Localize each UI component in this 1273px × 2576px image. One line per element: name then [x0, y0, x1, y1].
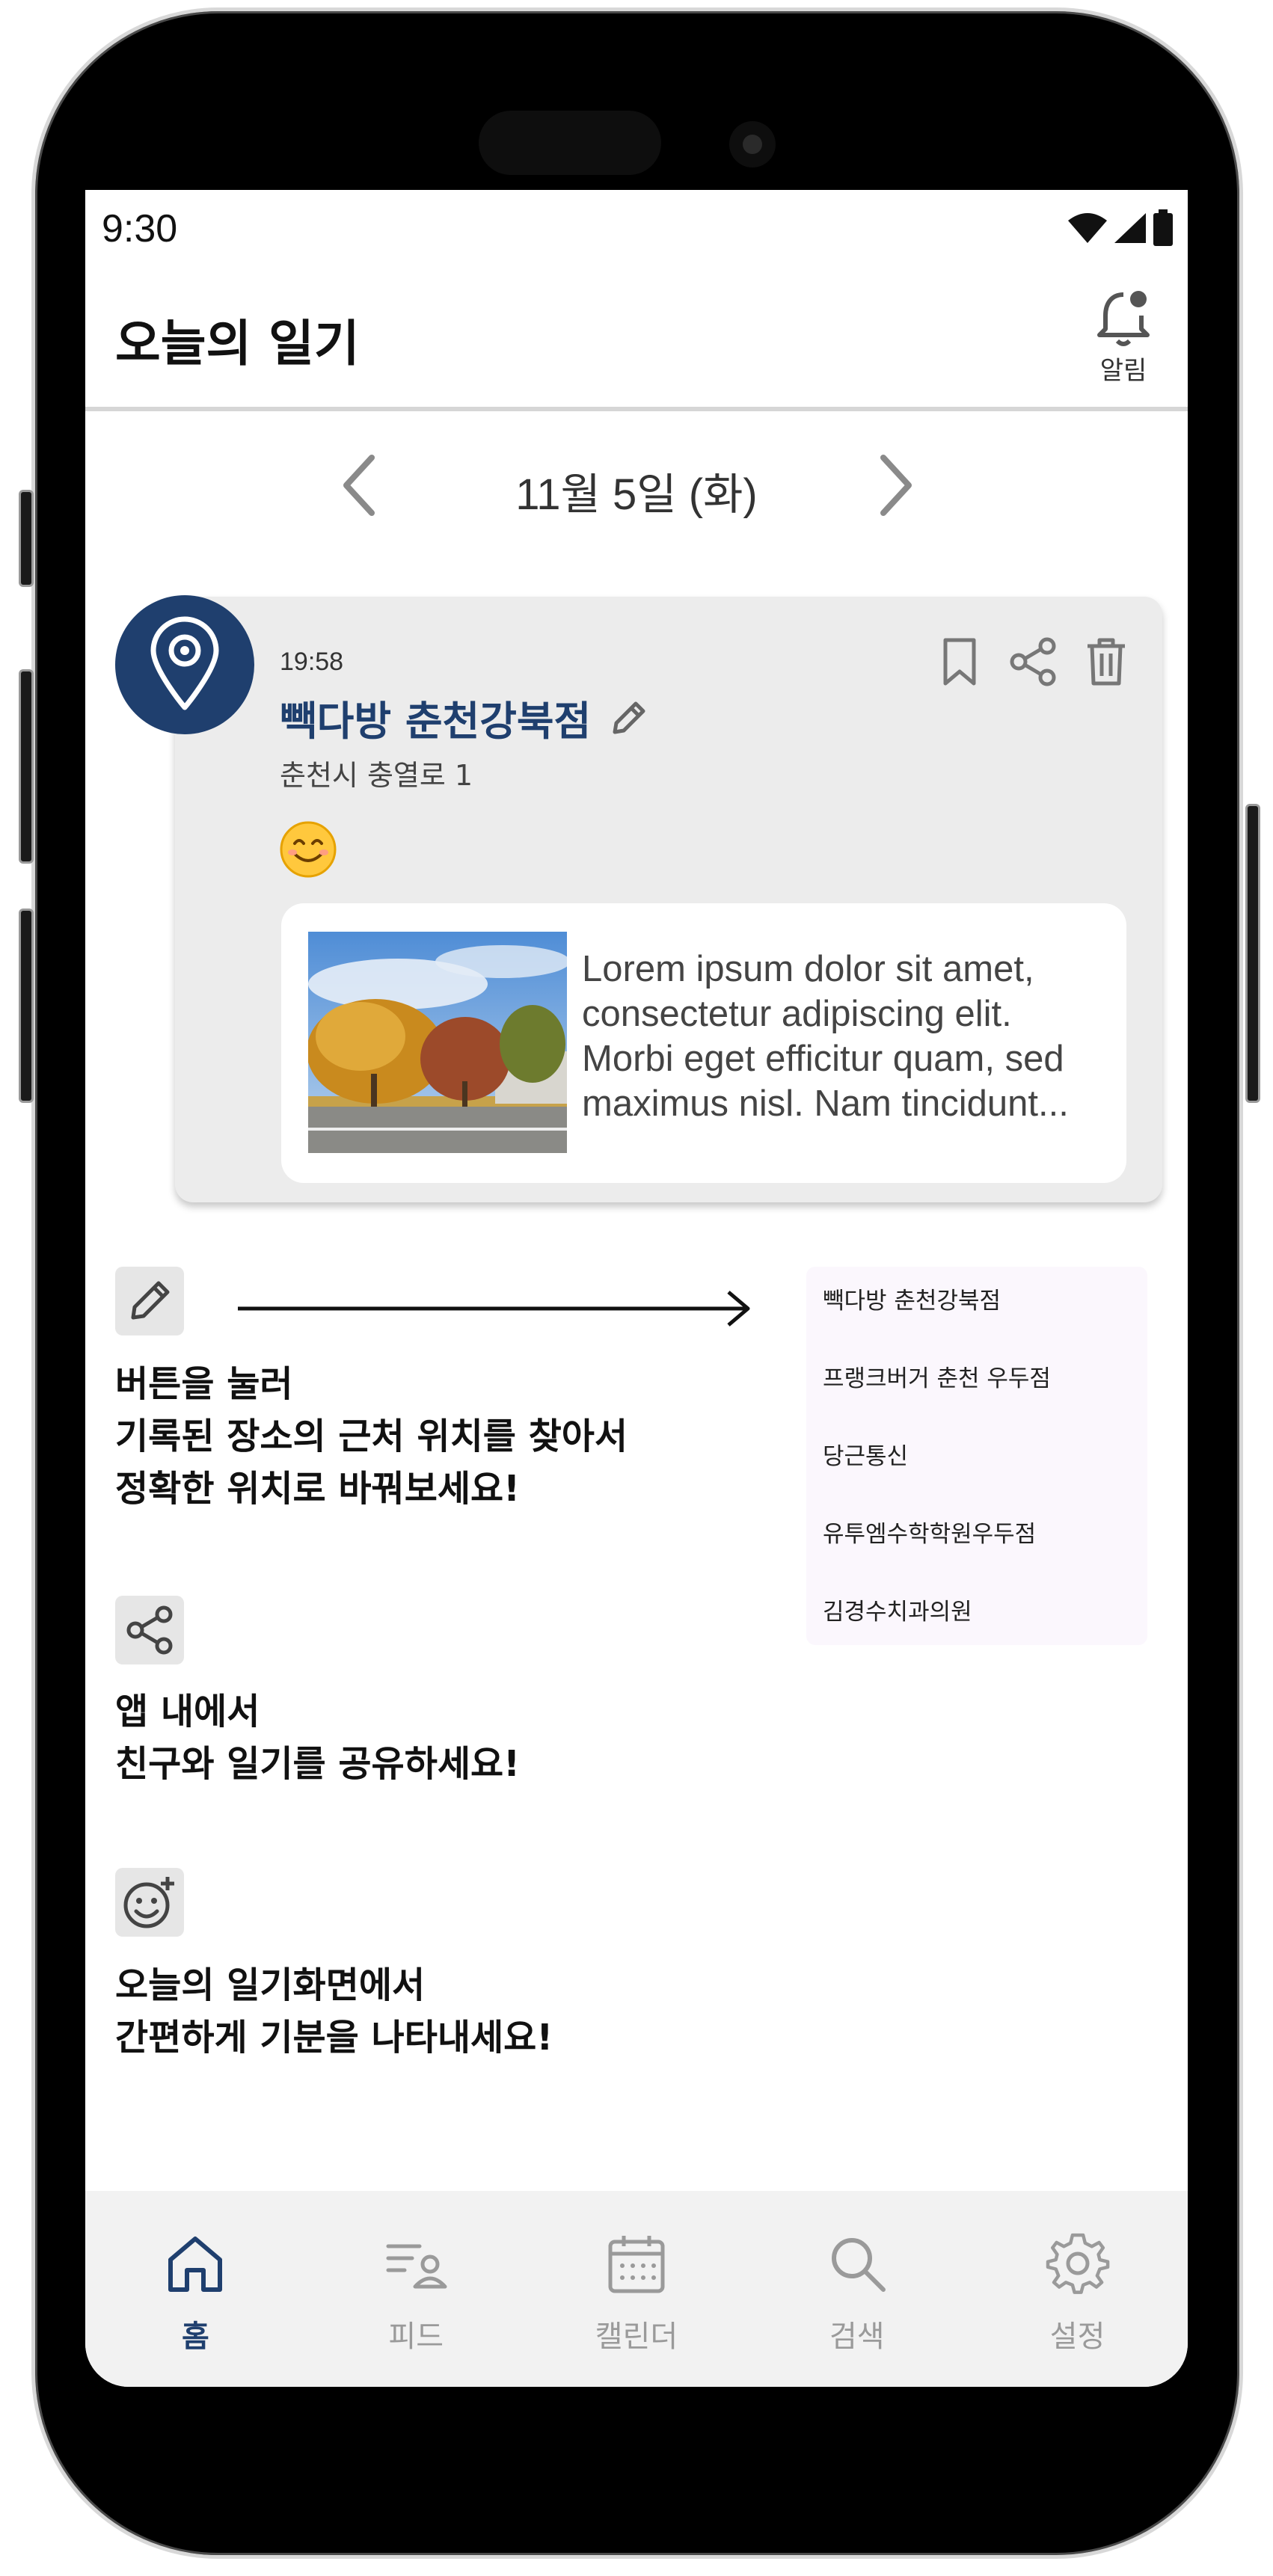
bell-icon [1097, 291, 1150, 346]
battery-icon [1153, 209, 1173, 246]
nav-label: 홈 [181, 2320, 209, 2354]
trash-icon[interactable] [1083, 636, 1129, 688]
entry-place-name: 빽다방 춘천강북점 [280, 698, 592, 745]
calendar-icon [608, 2236, 665, 2293]
place-item[interactable]: 김경수치과의원 [823, 1591, 1131, 1669]
entry-photo [308, 932, 567, 1153]
tip-line: 앱 내에서 [115, 1691, 260, 1733]
action-button [19, 490, 34, 587]
tip-line: 기록된 장소의 근처 위치를 찾아서 [115, 1415, 628, 1457]
entry-time: 19:58 [280, 648, 344, 676]
feed-icon [386, 2244, 447, 2289]
nav-home[interactable]: 홈 [85, 2191, 306, 2387]
tip-text-share: 앱 내에서 친구와 일기를 공유하세요! [115, 1685, 520, 1790]
volume-up-button [19, 669, 34, 864]
wifi-icon [1068, 213, 1107, 243]
pencil-icon [131, 1281, 170, 1320]
tip-text-location: 버튼을 눌러 기록된 장소의 근처 위치를 찾아서 정확한 위치로 바꿔보세요! [115, 1358, 628, 1515]
nav-settings[interactable]: 설정 [967, 2191, 1188, 2387]
tip-line: 친구와 일기를 공유하세요! [115, 1743, 521, 1785]
signal-icon [1114, 213, 1146, 243]
tip-share-icon-box [115, 1596, 184, 1664]
power-button [1245, 804, 1260, 1103]
nearby-place-list: 빽다방 춘천강북점 프랭크버거 춘천 우두점 당근통신 유투엠수학학원우두점 김… [806, 1267, 1147, 1645]
nav-feed[interactable]: 피드 [306, 2191, 527, 2387]
settings-icon [1046, 2233, 1109, 2294]
location-badge [115, 595, 254, 734]
pencil-icon[interactable] [609, 698, 649, 738]
tip-line: 정확한 위치로 바꿔보세요! [115, 1468, 521, 1510]
entry-excerpt: Lorem ipsum dolor sit amet, consectetur … [582, 949, 1069, 1124]
entry-address: 춘천시 충열로 1 [280, 759, 473, 792]
chevron-right-icon[interactable] [874, 452, 919, 519]
nav-label: 검색 [829, 2320, 885, 2354]
app-screen: 9:30 오늘의 일기 알림 11월 5일 (화) 19:58 빽다방 춘천강북… [85, 190, 1188, 2387]
place-item[interactable]: 당근통신 [823, 1436, 1131, 1513]
status-time: 9:30 [102, 207, 178, 250]
share-icon[interactable] [1007, 636, 1059, 688]
status-icons [1067, 209, 1174, 247]
tip-line: 버튼을 눌러 [115, 1363, 293, 1405]
tip-pencil-icon-box [115, 1267, 184, 1335]
entry-preview[interactable]: Lorem ipsum dolor sit amet, consectetur … [281, 903, 1126, 1183]
home-icon [168, 2237, 223, 2292]
nav-label: 피드 [388, 2320, 444, 2354]
entry-actions [936, 636, 1129, 688]
share-icon [126, 1605, 173, 1655]
nav-calendar[interactable]: 캘린더 [527, 2191, 747, 2387]
tip-line: 간편하게 기분을 나타내세요! [115, 2017, 553, 2059]
volume-down-button [19, 909, 34, 1103]
smile-emoji-icon [280, 821, 337, 878]
bookmark-icon[interactable] [936, 636, 983, 688]
arrow-right-icon [238, 1291, 750, 1327]
notification-label: 알림 [1099, 356, 1147, 386]
nav-label: 캘린더 [595, 2320, 678, 2354]
bottom-navigation: 홈 피드 캘린더 검색 설정 [85, 2191, 1188, 2387]
dynamic-island [479, 111, 661, 175]
place-item[interactable]: 프랭크버거 춘천 우두점 [823, 1358, 1131, 1436]
location-pin-icon [150, 616, 219, 710]
current-date: 11월 5일 (화) [515, 470, 758, 519]
nav-label: 설정 [1049, 2320, 1105, 2354]
notification-button[interactable]: 알림 [1086, 287, 1161, 387]
place-item[interactable]: 빽다방 춘천강북점 [823, 1280, 1131, 1358]
tip-text-mood: 오늘의 일기화면에서 간편하게 기분을 나타내세요! [115, 1959, 553, 2064]
date-navigator: 11월 5일 (화) [85, 444, 1188, 526]
front-camera [729, 121, 776, 167]
nav-search[interactable]: 검색 [746, 2191, 967, 2387]
tip-emoji-icon-box [115, 1868, 184, 1937]
place-item[interactable]: 유투엠수학학원우두점 [823, 1513, 1131, 1591]
page-title: 오늘의 일기 [115, 315, 360, 372]
add-emoji-icon [123, 1877, 174, 1928]
entry-place-row: 빽다방 춘천강북점 [280, 688, 649, 747]
search-icon [831, 2238, 886, 2292]
header-divider [85, 407, 1188, 411]
tip-line: 오늘의 일기화면에서 [115, 1964, 426, 2006]
